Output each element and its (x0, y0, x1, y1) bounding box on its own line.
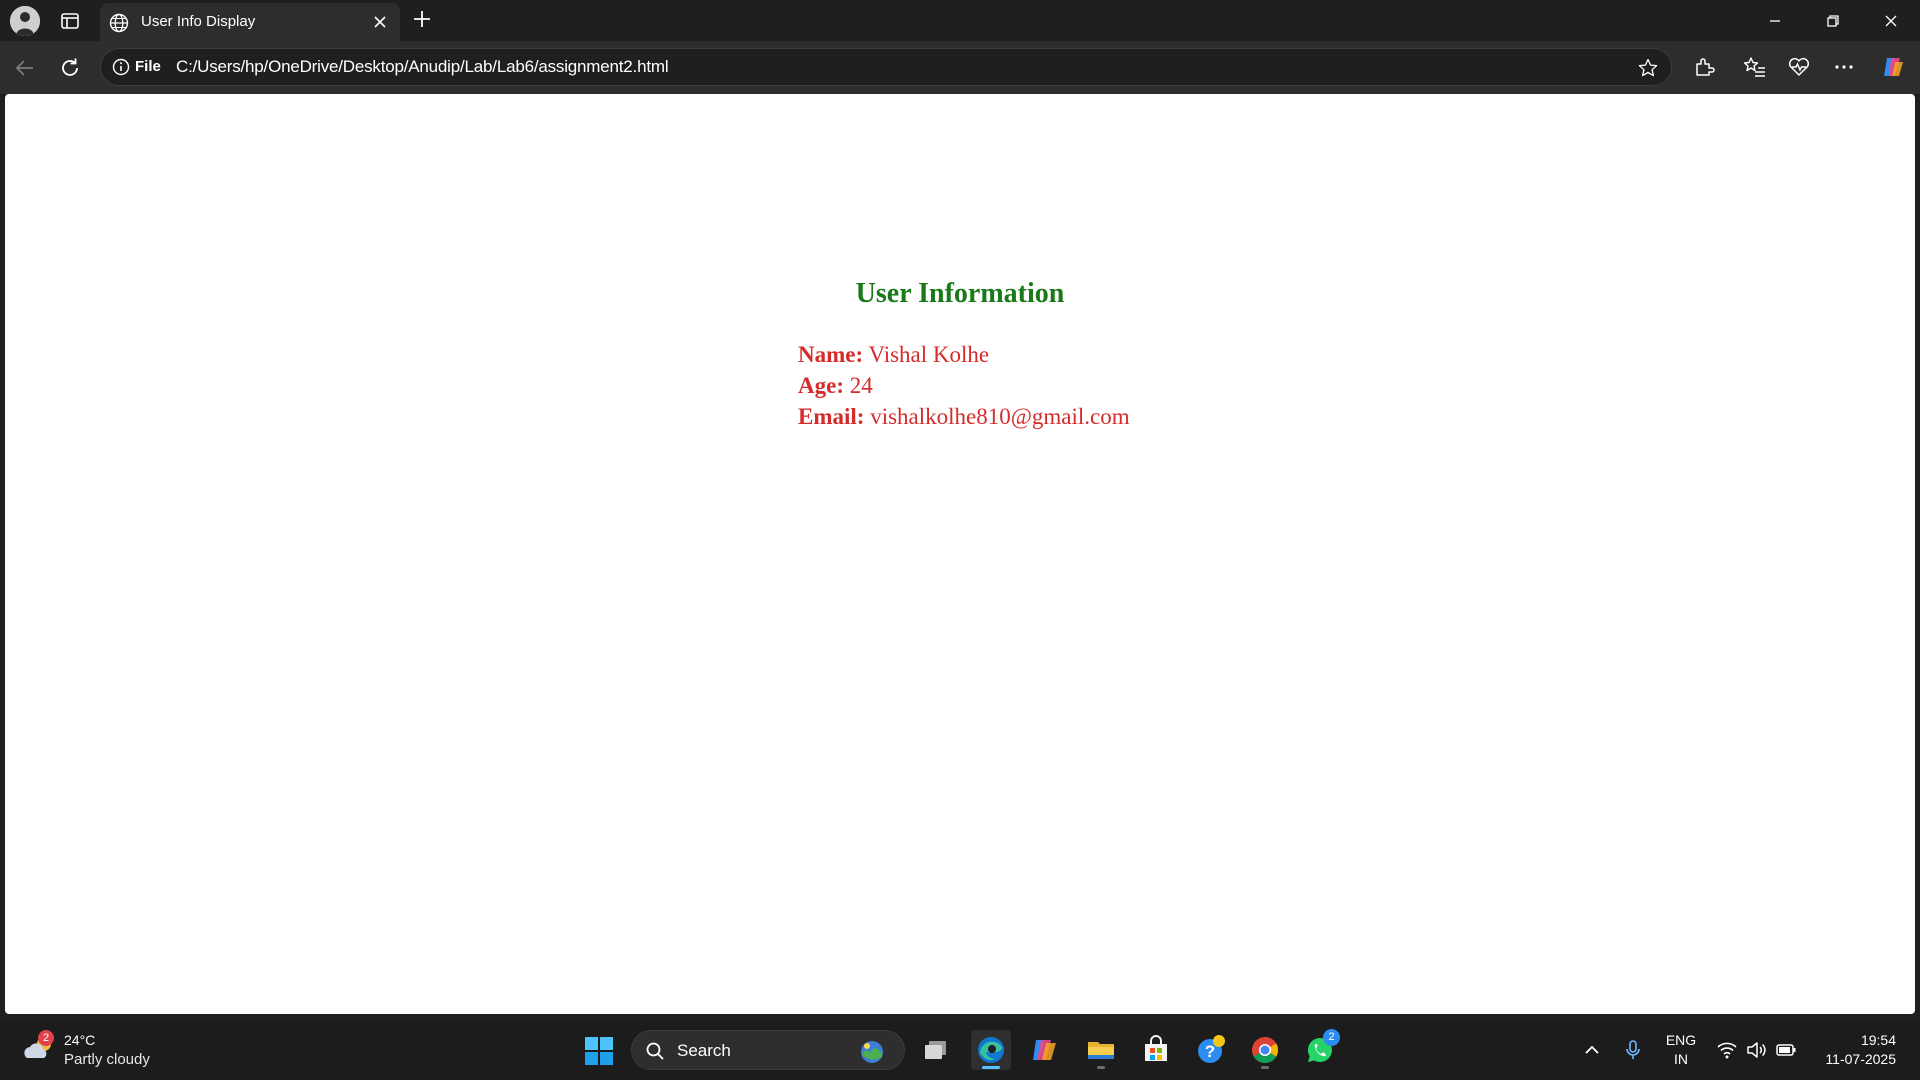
microsoft-store-icon[interactable] (1136, 1030, 1176, 1070)
browser-title-bar: User Info Display (0, 0, 1920, 41)
edge-active-indicator (982, 1066, 1000, 1069)
active-tab[interactable]: User Info Display (100, 3, 400, 41)
minimize-icon[interactable] (1764, 10, 1786, 32)
age-label: Age: (798, 373, 844, 398)
volume-icon[interactable] (1745, 1039, 1767, 1061)
refresh-icon[interactable] (57, 55, 83, 81)
email-value: vishalkolhe810@gmail.com (870, 404, 1130, 429)
email-row: Email: vishalkolhe810@gmail.com (798, 401, 1130, 432)
microphone-icon[interactable] (1622, 1039, 1644, 1061)
battery-icon[interactable] (1775, 1039, 1797, 1061)
clock-date: 11-07-2025 (1825, 1051, 1896, 1067)
extensions-icon[interactable] (1691, 54, 1717, 80)
url-text[interactable]: C:/Users/hp/OneDrive/Desktop/Anudip/Lab/… (176, 57, 669, 77)
chrome-icon[interactable] (1245, 1030, 1285, 1070)
chrome-indicator (1261, 1066, 1269, 1069)
age-value: 24 (849, 373, 873, 398)
svg-text:?: ? (1205, 1042, 1215, 1061)
clock-time: 19:54 (1860, 1032, 1896, 1048)
language-indicator[interactable]: ENG IN (1664, 1031, 1698, 1069)
email-label: Email: (798, 404, 865, 429)
windows-start-icon[interactable] (584, 1036, 614, 1066)
get-help-icon[interactable]: ? (1190, 1030, 1230, 1070)
system-clock[interactable]: 19:54 11-07-2025 (1810, 1031, 1896, 1069)
age-row: Age: 24 (798, 370, 1130, 401)
restore-icon[interactable] (1822, 10, 1844, 32)
copilot-app-icon[interactable] (1025, 1030, 1065, 1070)
name-label: Name: (798, 342, 864, 367)
edge-icon[interactable] (971, 1030, 1011, 1070)
show-hidden-icons-chevron-icon[interactable] (1581, 1039, 1603, 1061)
file-explorer-indicator (1097, 1066, 1105, 1069)
copilot-icon[interactable] (1880, 54, 1906, 80)
weather-widget[interactable]: 2 24°C Partly cloudy (22, 1028, 182, 1072)
page-content: User Information Name: Vishal Kolhe Age:… (5, 94, 1915, 1014)
taskbar: 2 24°C Partly cloudy Search ? 2 ENG IN 1… (0, 1020, 1920, 1080)
close-window-icon[interactable] (1880, 10, 1902, 32)
back-arrow-icon[interactable] (12, 55, 38, 81)
new-tab-icon[interactable] (410, 7, 434, 31)
weather-temperature: 24°C (64, 1032, 96, 1048)
close-tab-icon[interactable] (372, 14, 388, 30)
browser-toolbar: File C:/Users/hp/OneDrive/Desktop/Anudip… (0, 41, 1920, 94)
taskbar-search[interactable]: Search (631, 1030, 905, 1070)
favorites-list-icon[interactable] (1742, 54, 1768, 80)
user-info-list: Name: Vishal Kolhe Age: 24 Email: vishal… (798, 339, 1130, 432)
browser-essentials-icon[interactable] (1786, 54, 1812, 80)
tab-title: User Info Display (141, 13, 256, 30)
profile-avatar[interactable] (10, 6, 40, 36)
search-icon (645, 1041, 665, 1061)
language-region: IN (1674, 1051, 1688, 1067)
whatsapp-badge: 2 (1323, 1029, 1340, 1046)
weather-description: Partly cloudy (64, 1051, 150, 1068)
favorite-star-icon[interactable] (1637, 57, 1659, 79)
tab-actions-menu-icon[interactable] (58, 9, 82, 33)
url-scheme-label: File (135, 58, 161, 75)
globe-icon (108, 12, 130, 34)
language-code: ENG (1665, 1032, 1697, 1048)
profile-avatar-icon (10, 6, 40, 36)
search-highlight-icon (856, 1037, 888, 1065)
whatsapp-icon[interactable]: 2 (1300, 1029, 1340, 1070)
site-info-icon[interactable] (112, 58, 130, 76)
address-bar[interactable]: File C:/Users/hp/OneDrive/Desktop/Anudip… (100, 48, 1672, 86)
more-options-icon[interactable] (1831, 54, 1857, 80)
weather-alert-badge: 2 (38, 1030, 54, 1046)
page-heading: User Information (855, 278, 1065, 309)
page-viewport: User Information Name: Vishal Kolhe Age:… (5, 94, 1915, 1014)
wifi-icon[interactable] (1716, 1039, 1738, 1061)
name-value: Vishal Kolhe (868, 342, 990, 367)
file-explorer-icon[interactable] (1081, 1030, 1121, 1070)
task-view-icon[interactable] (916, 1030, 956, 1070)
search-label: Search (677, 1041, 731, 1060)
name-row: Name: Vishal Kolhe (798, 339, 1130, 370)
